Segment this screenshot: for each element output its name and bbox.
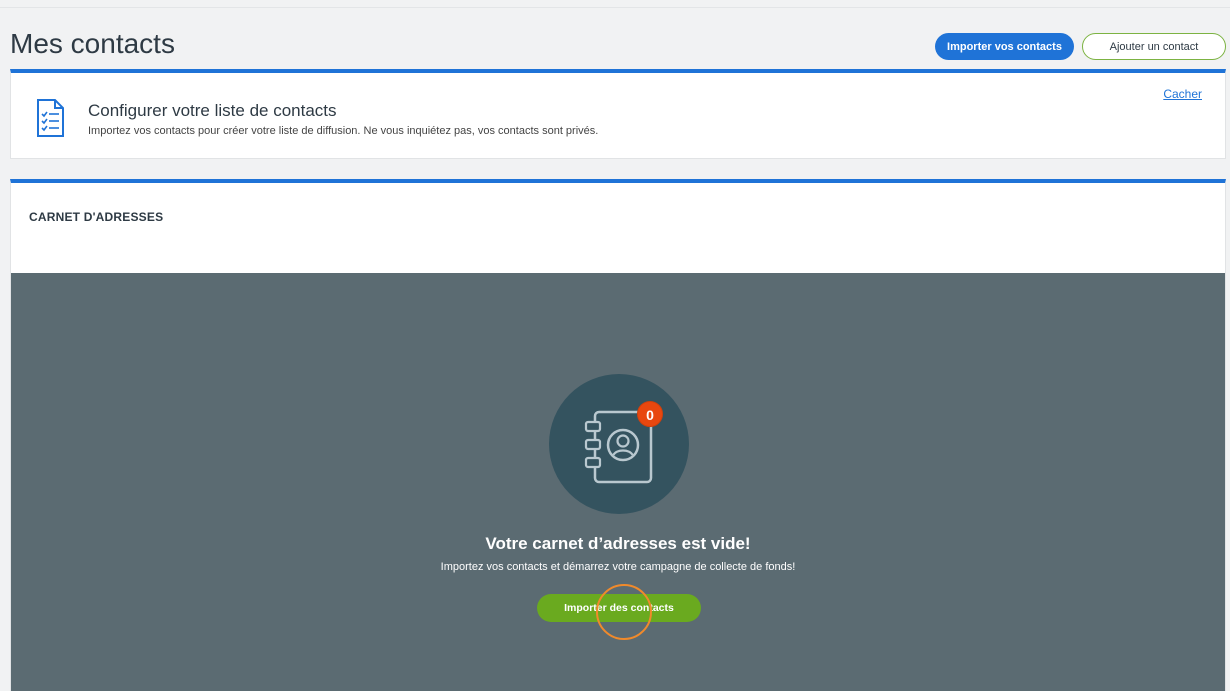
top-strip — [0, 0, 1230, 8]
empty-state-description: Importez vos contacts et démarrez votre … — [440, 561, 796, 573]
checklist-document-icon — [35, 98, 65, 138]
setup-description: Importez vos contacts pour créer votre l… — [88, 125, 599, 137]
empty-state-title: Votre carnet d’adresses est vide! — [485, 534, 751, 553]
contact-count-badge: 0 — [637, 401, 663, 427]
import-contacts-button[interactable]: Importer vos contacts — [935, 33, 1074, 60]
setup-title: Configurer votre liste de contacts — [88, 101, 337, 120]
empty-state-panel: 0 Votre carnet d’adresses est vide! Impo… — [11, 273, 1225, 691]
address-book-icon — [549, 374, 689, 514]
add-contact-button[interactable]: Ajouter un contact — [1082, 33, 1226, 60]
page-title: Mes contacts — [10, 28, 175, 59]
hide-link[interactable]: Cacher — [1163, 87, 1202, 101]
import-contacts-empty-button[interactable]: Importer des contacts — [537, 594, 701, 622]
setup-contacts-card: Configurer votre liste de contacts Impor… — [10, 69, 1226, 159]
address-book-header: CARNET D'ADRESSES — [29, 210, 164, 224]
address-book-card: CARNET D'ADRESSES 0 Votre carnet d’adres… — [10, 179, 1226, 691]
